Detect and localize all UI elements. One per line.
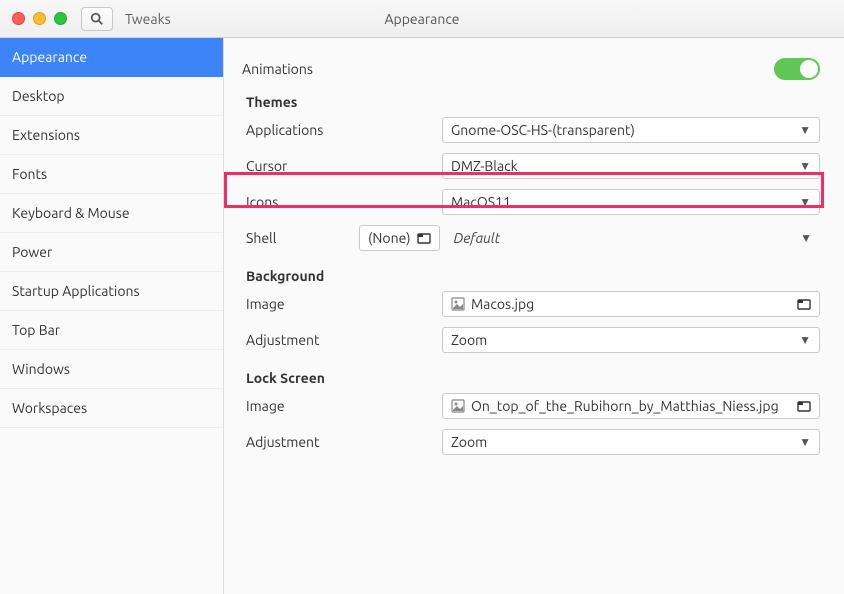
dropdown-value: Gnome-OSC-HS-(transparent) (451, 122, 635, 138)
bg-adjustment-dropdown[interactable]: Zoom ▼ (442, 327, 820, 353)
chevron-down-icon: ▼ (799, 159, 811, 173)
icons-dropdown[interactable]: MacOS11 ▼ (442, 189, 820, 215)
folder-icon (797, 298, 811, 310)
lock-image-picker[interactable]: On_top_of_the_Rubihorn_by_Matthias_Niess… (442, 393, 820, 419)
dropdown-value: On_top_of_the_Rubihorn_by_Matthias_Niess… (471, 398, 779, 414)
folder-icon (797, 400, 811, 412)
app-name: Tweaks (125, 11, 171, 27)
dropdown-value: Zoom (451, 332, 487, 348)
sidebar-item-label: Fonts (12, 166, 47, 182)
image-file-icon (451, 399, 465, 413)
chevron-down-icon: ▼ (799, 435, 811, 449)
dropdown-value: Default (454, 230, 501, 246)
sidebar-item-label: Top Bar (12, 322, 60, 338)
chevron-down-icon: ▼ (799, 195, 811, 209)
sidebar-item-power[interactable]: Power (0, 233, 223, 272)
sidebar: Appearance Desktop Extensions Fonts Keyb… (0, 38, 224, 594)
applications-label: Applications (242, 122, 442, 138)
bg-adjustment-label: Adjustment (242, 332, 442, 348)
sidebar-item-label: Desktop (12, 88, 65, 104)
sidebar-item-label: Workspaces (12, 400, 87, 416)
sidebar-item-top-bar[interactable]: Top Bar (0, 311, 223, 350)
sidebar-item-label: Extensions (12, 127, 80, 143)
applications-dropdown[interactable]: Gnome-OSC-HS-(transparent) ▼ (442, 117, 820, 143)
dropdown-value: DMZ-Black (451, 158, 518, 174)
sidebar-item-desktop[interactable]: Desktop (0, 77, 223, 116)
dropdown-value: MacOS11 (451, 194, 511, 210)
sidebar-item-label: Power (12, 244, 52, 260)
lockscreen-heading: Lock Screen (242, 370, 820, 386)
cursor-label: Cursor (242, 158, 442, 174)
chevron-down-icon: ▼ (799, 333, 811, 347)
window-title: Appearance (384, 11, 459, 27)
window-controls (12, 12, 67, 25)
search-button[interactable] (81, 7, 113, 31)
sidebar-item-label: Startup Applications (12, 283, 140, 299)
sidebar-item-keyboard-mouse[interactable]: Keyboard & Mouse (0, 194, 223, 233)
sidebar-item-windows[interactable]: Windows (0, 350, 223, 389)
background-heading: Background (242, 268, 820, 284)
sidebar-item-label: Appearance (12, 49, 87, 65)
sidebar-item-extensions[interactable]: Extensions (0, 116, 223, 155)
icons-label: Icons (242, 194, 442, 210)
folder-icon (417, 232, 431, 244)
maximize-icon[interactable] (54, 12, 67, 25)
sidebar-item-startup-applications[interactable]: Startup Applications (0, 272, 223, 311)
search-icon (90, 12, 104, 26)
sidebar-item-label: Windows (12, 361, 70, 377)
bg-image-label: Image (242, 296, 442, 312)
sidebar-item-fonts[interactable]: Fonts (0, 155, 223, 194)
shell-none-label: (None) (368, 230, 411, 246)
close-icon[interactable] (12, 12, 25, 25)
dropdown-value: Zoom (451, 434, 487, 450)
themes-heading: Themes (242, 94, 820, 110)
content-pane: Animations Themes Applications Gnome-OSC… (224, 38, 844, 594)
lock-image-label: Image (242, 398, 442, 414)
lock-adjustment-label: Adjustment (242, 434, 442, 450)
lock-adjustment-dropdown[interactable]: Zoom ▼ (442, 429, 820, 455)
sidebar-item-workspaces[interactable]: Workspaces (0, 389, 223, 428)
minimize-icon[interactable] (33, 12, 46, 25)
chevron-down-icon: ▼ (799, 123, 811, 137)
image-file-icon (451, 297, 465, 311)
animations-toggle[interactable] (774, 58, 820, 80)
titlebar: Tweaks Appearance (0, 0, 844, 38)
animations-label: Animations (242, 61, 313, 77)
shell-dropdown[interactable]: Default ▼ (446, 225, 820, 251)
dropdown-value: Macos.jpg (471, 296, 534, 312)
chevron-down-icon: ▼ (800, 231, 812, 245)
sidebar-item-label: Keyboard & Mouse (12, 205, 130, 221)
shell-none-button[interactable]: (None) (359, 225, 440, 251)
sidebar-item-appearance[interactable]: Appearance (0, 38, 223, 77)
cursor-dropdown[interactable]: DMZ-Black ▼ (442, 153, 820, 179)
bg-image-picker[interactable]: Macos.jpg (442, 291, 820, 317)
